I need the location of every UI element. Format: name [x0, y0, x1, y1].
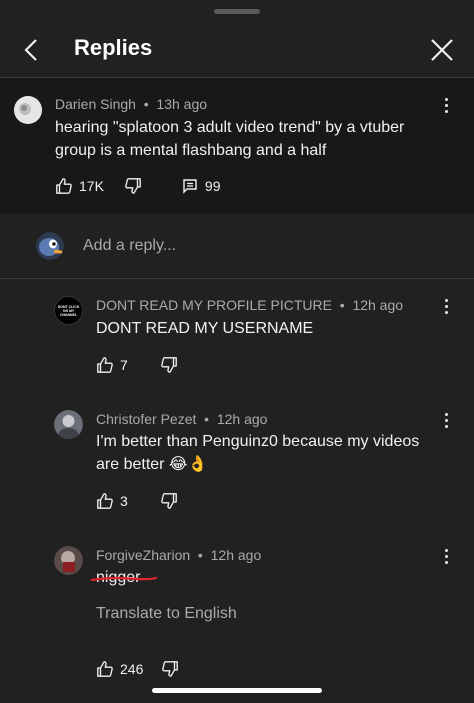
- avatar[interactable]: [14, 96, 42, 124]
- more-options-icon[interactable]: [441, 413, 451, 431]
- reply-input[interactable]: Add a reply...: [83, 237, 176, 255]
- like-button[interactable]: 7: [96, 356, 128, 374]
- replies-button[interactable]: 99: [182, 178, 221, 194]
- more-options-icon[interactable]: [441, 549, 451, 567]
- avatar-text: DONT CLICK ON MY CHANNEL: [57, 304, 80, 317]
- meta-separator: •: [139, 96, 153, 112]
- red-strikethrough-mark: [90, 576, 158, 582]
- comment-icon: [183, 179, 197, 194]
- meta-separator: •: [194, 547, 207, 563]
- drag-handle[interactable]: [214, 9, 260, 14]
- dislike-button[interactable]: [124, 177, 142, 195]
- avatar[interactable]: [54, 546, 83, 575]
- header: Replies: [0, 22, 474, 77]
- timestamp[interactable]: 12h ago: [352, 297, 403, 313]
- close-icon[interactable]: [428, 36, 456, 64]
- thumbs-up-icon: [97, 493, 113, 509]
- like-button[interactable]: 246: [96, 660, 143, 678]
- comment-actions: 246: [96, 660, 179, 678]
- dislike-button[interactable]: [161, 660, 179, 678]
- reply-item: ForgiveZharion • 12h ago nigger Translat…: [0, 530, 474, 690]
- comment-meta: ForgiveZharion • 12h ago: [96, 547, 261, 563]
- back-arrow-icon[interactable]: [18, 36, 46, 64]
- comment-text: hearing "splatoon 3 adult video trend" b…: [55, 119, 405, 159]
- author-name[interactable]: Darien Singh: [55, 96, 136, 112]
- meta-separator: •: [335, 297, 349, 313]
- more-options-icon[interactable]: [441, 98, 451, 116]
- like-count: 246: [120, 661, 144, 677]
- author-name[interactable]: ForgiveZharion: [96, 547, 190, 563]
- comment-actions: 7: [96, 356, 178, 374]
- like-count: 7: [120, 357, 128, 373]
- translate-link[interactable]: Translate to English: [96, 605, 237, 623]
- home-indicator[interactable]: [152, 688, 322, 693]
- reply-item: DONT CLICK ON MY CHANNEL DONT READ MY PR…: [0, 279, 474, 394]
- thumbs-down-icon: [125, 178, 141, 194]
- timestamp[interactable]: 12h ago: [211, 547, 262, 563]
- thumbs-down-icon: [160, 493, 177, 509]
- thumbs-up-icon: [56, 178, 72, 194]
- like-count: 17K: [79, 178, 104, 194]
- thumbs-up-icon: [97, 357, 113, 373]
- thumbs-down-icon: [162, 661, 179, 677]
- comment-text: I'm better than Penguinz0 because my vid…: [96, 433, 420, 473]
- like-button[interactable]: 17K: [55, 177, 104, 195]
- reply-count: 99: [204, 178, 221, 194]
- like-button[interactable]: 3: [96, 492, 128, 510]
- dislike-button[interactable]: [160, 492, 178, 510]
- comment-actions: 17K 99: [55, 177, 221, 195]
- thumbs-down-icon: [160, 357, 177, 373]
- comment-text: DONT READ MY USERNAME: [96, 320, 314, 337]
- comment-meta: Christofer Pezet • 12h ago: [96, 411, 267, 427]
- comment-text: nigger: [90, 566, 158, 589]
- like-count: 3: [120, 493, 128, 509]
- reply-item: Christofer Pezet • 12h ago I'm better th…: [0, 394, 474, 530]
- thumbs-up-icon: [97, 661, 113, 677]
- comment-meta: Darien Singh • 13h ago: [55, 96, 207, 112]
- author-name[interactable]: Christofer Pezet: [96, 411, 196, 427]
- more-options-icon[interactable]: [441, 299, 451, 317]
- add-reply-bar: Add a reply...: [0, 215, 474, 277]
- timestamp[interactable]: 13h ago: [156, 96, 207, 112]
- meta-separator: •: [200, 411, 213, 427]
- timestamp[interactable]: 12h ago: [217, 411, 268, 427]
- author-name[interactable]: DONT READ MY PROFILE PICTURE: [96, 297, 332, 313]
- avatar: [36, 232, 64, 260]
- page-title: Replies: [74, 35, 153, 60]
- dislike-button[interactable]: [160, 356, 178, 374]
- comment-actions: 3: [96, 492, 178, 510]
- parent-comment: Darien Singh • 13h ago hearing "splatoon…: [0, 78, 474, 214]
- comment-meta: DONT READ MY PROFILE PICTURE • 12h ago: [96, 297, 403, 313]
- avatar[interactable]: DONT CLICK ON MY CHANNEL: [54, 296, 83, 325]
- avatar[interactable]: [54, 410, 83, 439]
